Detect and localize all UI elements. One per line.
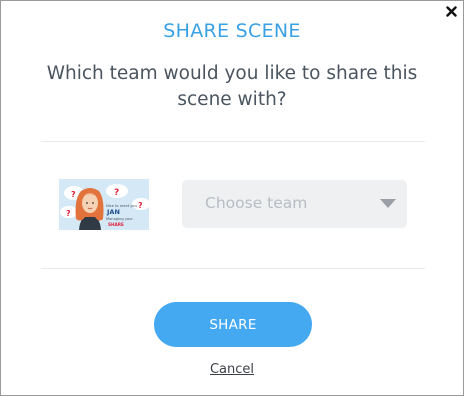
dialog-question: Which team would you like to share this … [46, 63, 418, 110]
cancel-container: Cancel [1, 358, 463, 377]
share-scene-dialog: SHARE SCENE Which team would you like to… [0, 0, 464, 396]
close-button[interactable] [444, 4, 458, 18]
close-icon [445, 5, 457, 17]
team-select[interactable]: Choose team [182, 180, 407, 228]
svg-text:?: ? [71, 190, 76, 199]
caret-down-icon [380, 199, 396, 208]
thumbnail-caption-line3: Managing your [106, 217, 133, 221]
thumbnail-caption-line4: SHARE [108, 222, 124, 227]
thumbnail-caption-name: JAN [106, 208, 120, 216]
scene-thumbnail-image: ? ? ? ? Nice to meet you JAN Managing yo… [59, 179, 149, 230]
divider-bottom [41, 268, 425, 269]
svg-text:?: ? [114, 188, 119, 198]
dialog-title: SHARE SCENE [163, 20, 301, 42]
scene-thumbnail: ? ? ? ? Nice to meet you JAN Managing yo… [59, 179, 149, 230]
share-button[interactable]: SHARE [154, 302, 312, 347]
svg-text:?: ? [138, 201, 143, 210]
cancel-link[interactable]: Cancel [210, 362, 254, 377]
divider-top [41, 141, 425, 142]
svg-text:?: ? [66, 209, 71, 218]
team-select-placeholder: Choose team [205, 194, 308, 212]
